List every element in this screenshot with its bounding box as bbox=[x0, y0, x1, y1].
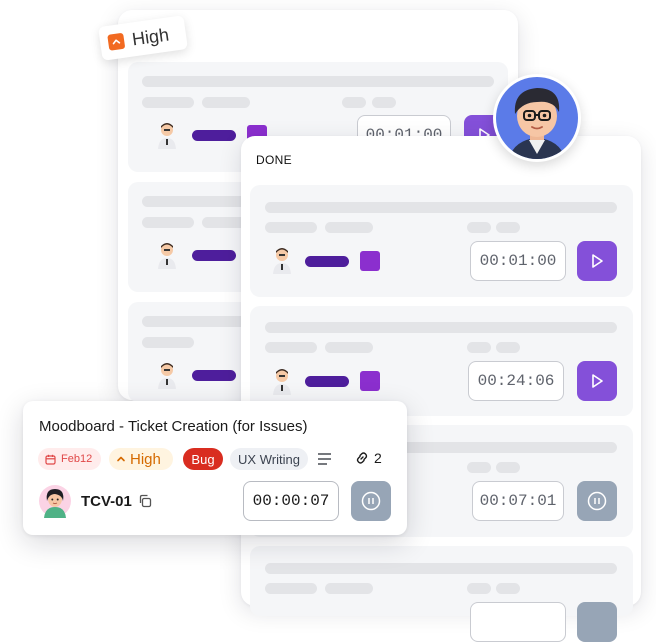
pause-icon bbox=[361, 491, 381, 511]
placeholder-line bbox=[467, 342, 491, 353]
placeholder-line bbox=[496, 222, 520, 233]
placeholder-line bbox=[325, 342, 373, 353]
placeholder-line bbox=[265, 563, 617, 574]
calendar-icon bbox=[45, 454, 56, 465]
ticket-id: TCV-01 bbox=[81, 493, 132, 510]
assignee-avatar bbox=[273, 369, 291, 395]
description-icon[interactable] bbox=[317, 452, 333, 466]
due-date-badge[interactable]: Feb12 bbox=[38, 448, 101, 470]
placeholder-line bbox=[265, 202, 617, 213]
task-timer-text: 00:00:07 bbox=[252, 492, 330, 510]
done-column: DONE 00:01:00 00:24:06 00:07:01 bbox=[241, 136, 641, 642]
avatar-illustration bbox=[496, 77, 578, 159]
assignee-name-placeholder bbox=[305, 256, 349, 267]
user-avatar[interactable] bbox=[493, 74, 581, 162]
task-card[interactable]: Moodboard - Ticket Creation (for Issues)… bbox=[23, 401, 407, 535]
pause-button[interactable] bbox=[577, 481, 617, 521]
status-square bbox=[360, 371, 380, 391]
placeholder-line bbox=[372, 97, 396, 108]
placeholder-line bbox=[325, 583, 373, 594]
placeholder-line bbox=[342, 97, 366, 108]
placeholder-line bbox=[265, 322, 617, 333]
pause-button[interactable] bbox=[351, 481, 391, 521]
assignee-name-placeholder bbox=[192, 130, 236, 141]
placeholder-line bbox=[265, 342, 317, 353]
column-title: DONE bbox=[256, 153, 292, 167]
category-text: UX Writing bbox=[238, 451, 300, 467]
timer-display: 00:01:00 bbox=[470, 241, 566, 281]
due-date-text: Feb12 bbox=[61, 453, 93, 465]
priority-text: High bbox=[130, 450, 161, 468]
placeholder-line bbox=[142, 97, 194, 108]
placeholder-line bbox=[467, 583, 491, 594]
placeholder-line bbox=[496, 583, 520, 594]
placeholder-line bbox=[265, 222, 317, 233]
priority-label: High bbox=[130, 23, 171, 49]
link-icon bbox=[356, 452, 368, 464]
placeholder-line bbox=[496, 462, 520, 473]
assignee-name-placeholder bbox=[192, 250, 236, 261]
timer-display bbox=[470, 602, 566, 642]
task-timer: 00:00:07 bbox=[243, 481, 339, 521]
assignee-name-placeholder bbox=[305, 376, 349, 387]
placeholder-line bbox=[467, 222, 491, 233]
assignee-avatar bbox=[158, 123, 176, 149]
placeholder-line bbox=[142, 217, 194, 228]
category-tag[interactable]: UX Writing bbox=[230, 448, 308, 470]
timer-display: 00:24:06 bbox=[468, 361, 564, 401]
placeholder-line bbox=[467, 462, 491, 473]
copy-icon[interactable] bbox=[138, 494, 152, 508]
assignee-avatar bbox=[158, 363, 176, 389]
links-count-text: 2 bbox=[374, 450, 382, 466]
type-text: Bug bbox=[191, 451, 215, 467]
chevron-up-icon bbox=[117, 456, 125, 462]
chevron-up-icon bbox=[107, 32, 126, 51]
placeholder-line bbox=[142, 76, 494, 87]
play-button[interactable] bbox=[577, 361, 617, 401]
placeholder-line bbox=[325, 222, 373, 233]
play-icon bbox=[592, 374, 603, 388]
play-icon bbox=[592, 254, 603, 268]
assignee-avatar[interactable] bbox=[38, 484, 72, 518]
timer-text: 00:01:00 bbox=[479, 252, 557, 270]
done-task-2[interactable]: 00:24:06 bbox=[250, 306, 633, 416]
placeholder-line bbox=[142, 337, 194, 348]
assignee-avatar bbox=[273, 248, 291, 274]
pause-icon bbox=[587, 491, 607, 511]
type-badge[interactable]: Bug bbox=[183, 448, 223, 470]
timer-text: 00:24:06 bbox=[477, 372, 555, 390]
task-title[interactable]: Moodboard - Ticket Creation (for Issues) bbox=[39, 418, 307, 435]
placeholder-line bbox=[202, 97, 250, 108]
priority-badge[interactable]: High bbox=[109, 448, 173, 470]
done-task-1[interactable]: 00:01:00 bbox=[250, 185, 633, 297]
pause-button[interactable] bbox=[577, 602, 617, 642]
status-square bbox=[360, 251, 380, 271]
timer-text: 00:07:01 bbox=[479, 492, 557, 510]
play-button[interactable] bbox=[577, 241, 617, 281]
placeholder-line bbox=[265, 583, 317, 594]
assignee-avatar bbox=[158, 243, 176, 269]
links-count[interactable]: 2 bbox=[355, 450, 382, 466]
done-task-4[interactable] bbox=[250, 546, 633, 642]
assignee-name-placeholder bbox=[192, 370, 236, 381]
timer-display: 00:07:01 bbox=[472, 481, 564, 521]
placeholder-line bbox=[496, 342, 520, 353]
